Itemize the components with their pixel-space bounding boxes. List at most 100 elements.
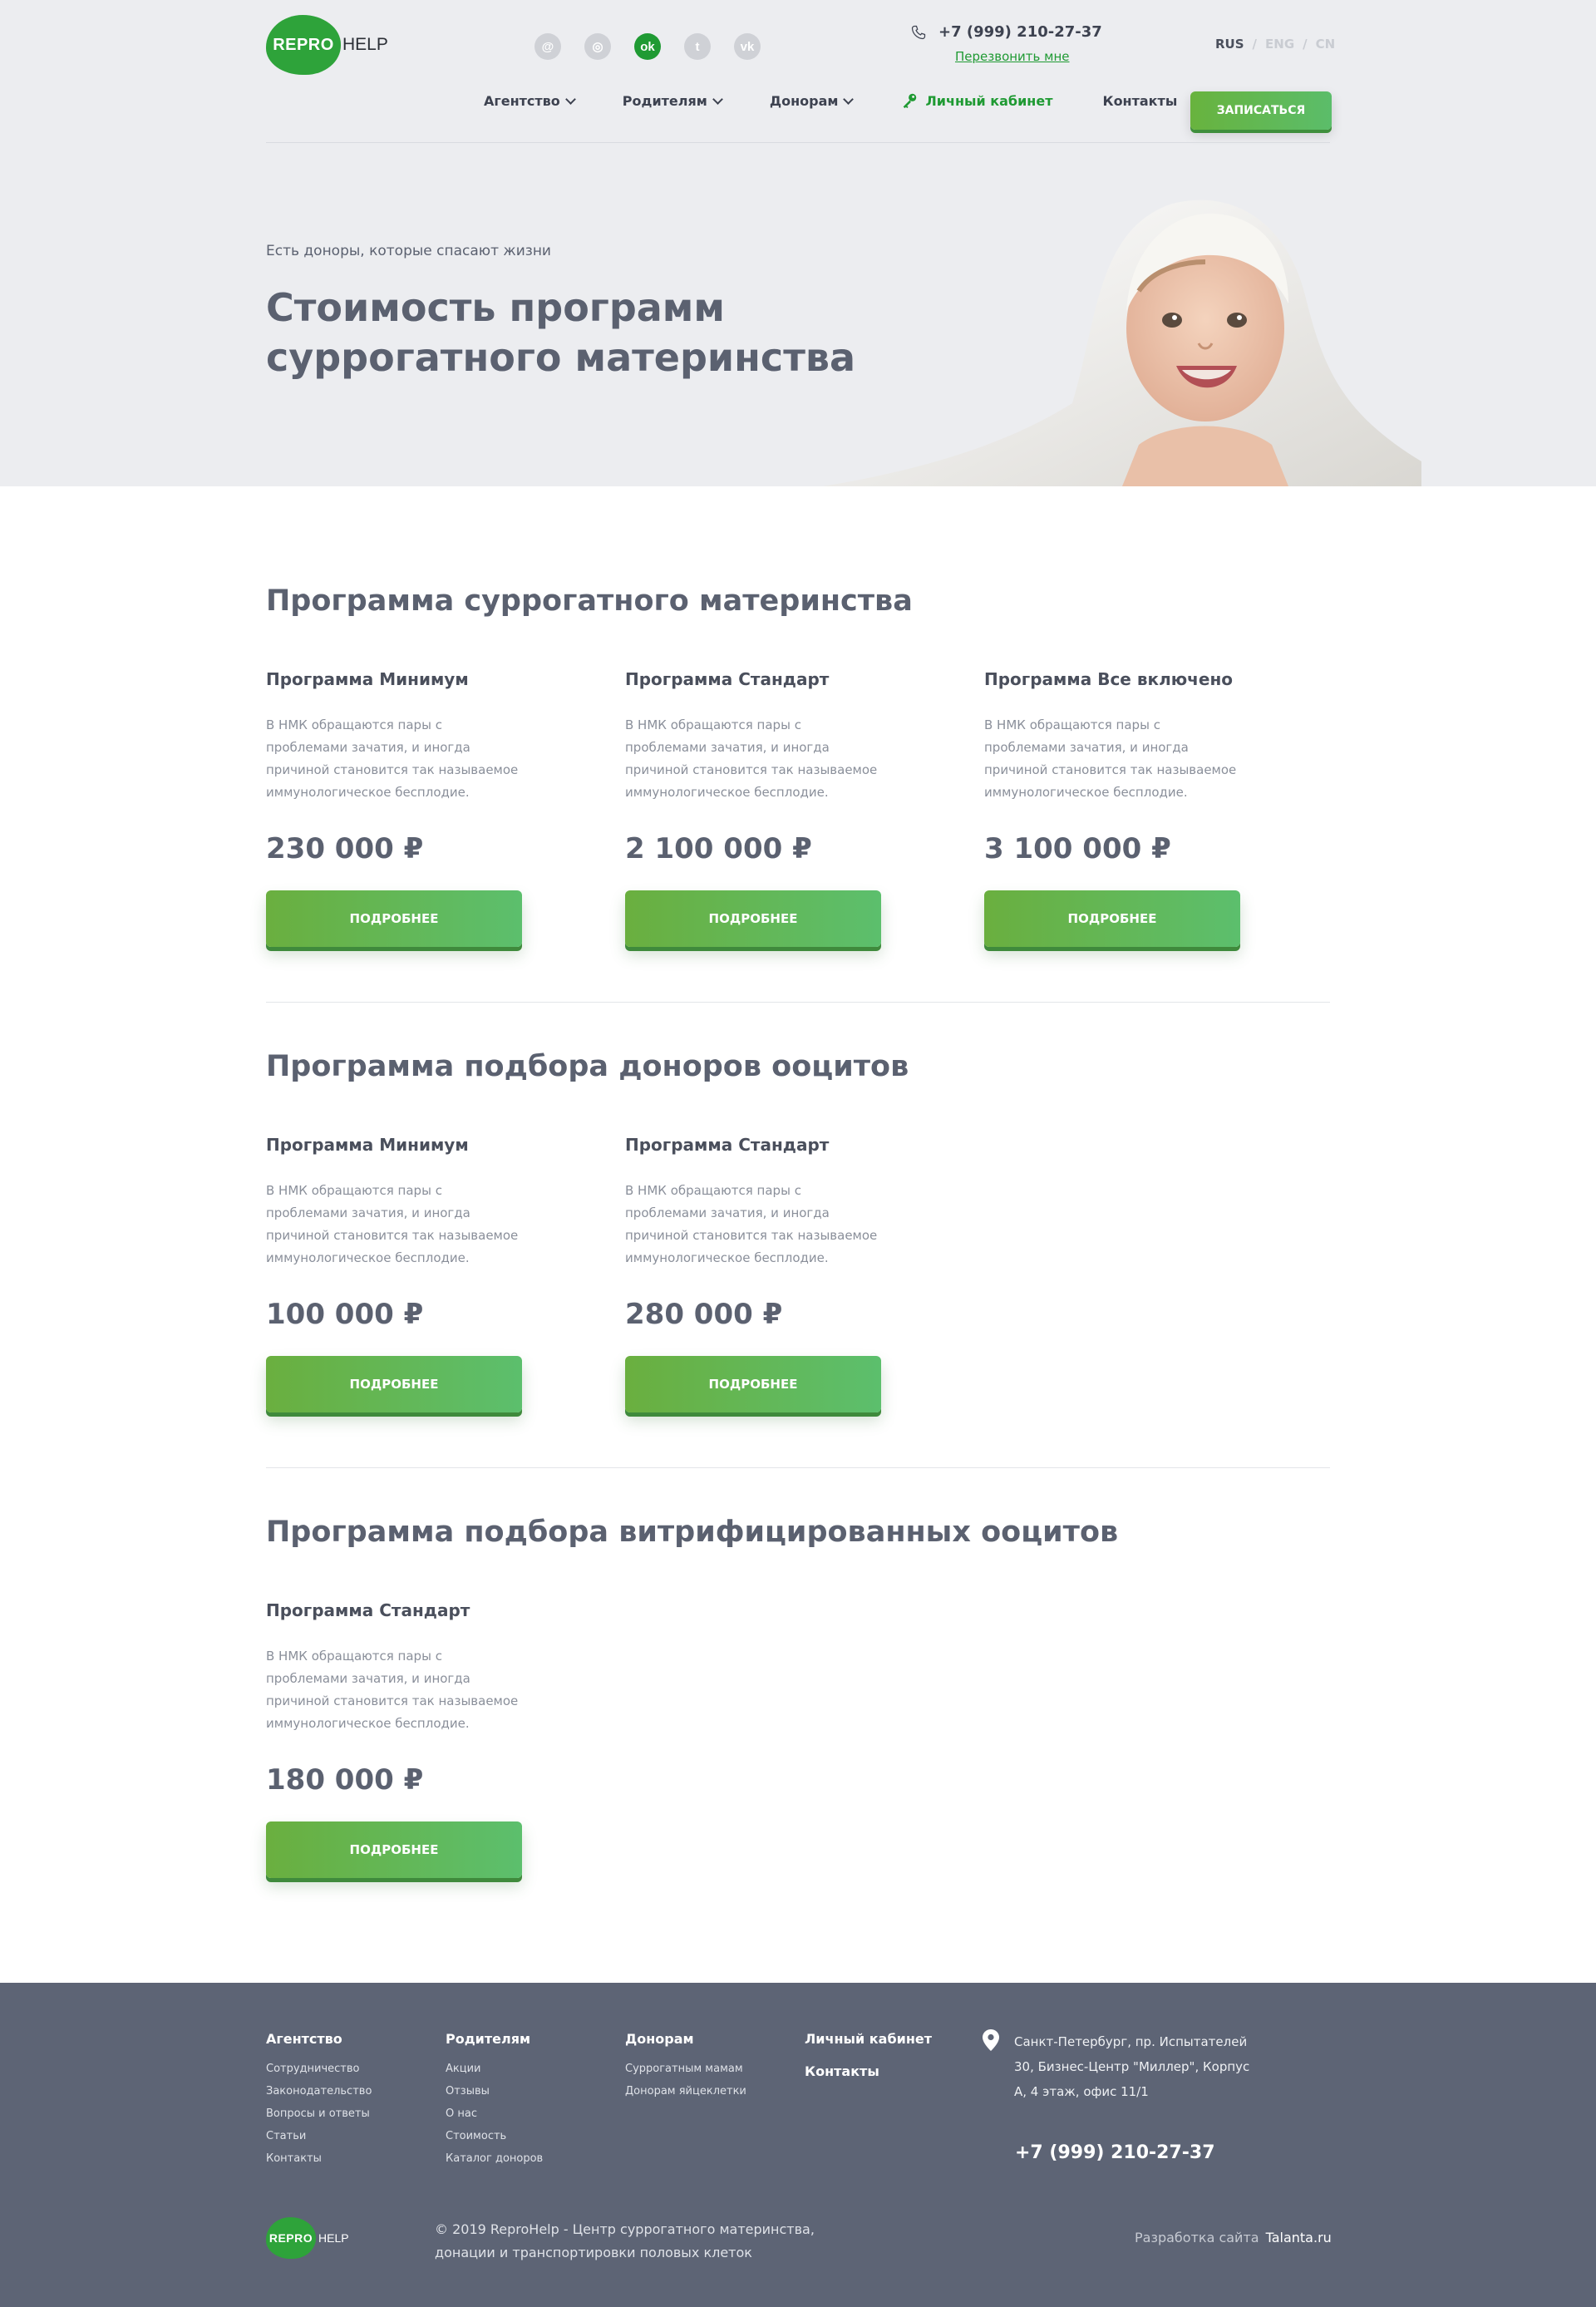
- chevron-down-icon: [712, 93, 723, 105]
- vk-icon[interactable]: vk: [734, 33, 761, 60]
- footer-link[interactable]: Статьи: [266, 2131, 372, 2142]
- footer-phone[interactable]: +7 (999) 210-27-37: [1015, 2142, 1215, 2163]
- program-price: 2 100 000 ₽: [625, 832, 812, 865]
- at-icon[interactable]: @: [534, 33, 561, 60]
- hero-section: REPRO HELP @ ◎ ok t vk +7 (999) 210-27-3…: [0, 0, 1596, 486]
- footer: Агентство Сотрудничество Законодательств…: [0, 1983, 1596, 2307]
- footer-link[interactable]: Сотрудничество: [266, 2063, 372, 2074]
- section-title-surrogacy: Программа суррогатного материнства: [266, 584, 913, 618]
- program-price: 180 000 ₽: [266, 1763, 424, 1797]
- program-card: Программа Стандарт В НМК обращаются пары…: [625, 1135, 883, 1412]
- footer-link[interactable]: Суррогатным мамам: [625, 2063, 746, 2074]
- lang-rus[interactable]: RUS: [1215, 37, 1244, 52]
- footer-link[interactable]: Акции: [446, 2063, 543, 2074]
- program-price: 280 000 ₽: [625, 1298, 783, 1331]
- details-button[interactable]: ПОДРОБНЕЕ: [984, 890, 1240, 947]
- program-card: Программа Все включено В НМК обращаются …: [984, 669, 1242, 947]
- program-title: Программа Минимум: [266, 1135, 469, 1155]
- program-title: Программа Стандарт: [625, 1135, 830, 1155]
- footer-link[interactable]: Отзывы: [446, 2086, 543, 2097]
- lang-separator: /: [1303, 37, 1308, 52]
- footer-link[interactable]: Законодательство: [266, 2086, 372, 2097]
- header-phone[interactable]: +7 (999) 210-27-37: [938, 23, 1102, 41]
- section-divider: [266, 1467, 1330, 1468]
- nav-donors[interactable]: Донорам: [769, 92, 855, 109]
- page: REPRO HELP @ ◎ ok t vk +7 (999) 210-27-3…: [0, 0, 1596, 2307]
- phone-icon: [911, 25, 926, 39]
- nav-contacts[interactable]: Контакты: [1102, 93, 1177, 109]
- nav-parents-label: Родителям: [622, 92, 707, 109]
- lang-cn[interactable]: CN: [1316, 37, 1336, 52]
- header-divider: [266, 142, 1330, 143]
- footer-link[interactable]: Контакты: [266, 2153, 372, 2164]
- footer-link[interactable]: Стоимость: [446, 2131, 543, 2142]
- program-description: В НМК обращаются пары с проблемами зачат…: [625, 1183, 878, 1265]
- details-button[interactable]: ПОДРОБНЕЕ: [266, 1356, 522, 1412]
- nav-cabinet-label: Личный кабинет: [925, 92, 1053, 109]
- program-price: 230 000 ₽: [266, 832, 424, 865]
- details-button[interactable]: ПОДРОБНЕЕ: [266, 1821, 522, 1878]
- chevron-down-icon: [564, 93, 576, 105]
- logo-repro-text: REPRO: [268, 2231, 313, 2245]
- details-button[interactable]: ПОДРОБНЕЕ: [625, 890, 881, 947]
- program-card: Программа Стандарт В НМК обращаются пары…: [625, 669, 883, 947]
- callback-link[interactable]: Перезвонить мне: [955, 49, 1102, 64]
- section-title-vitrified-oocytes: Программа подбора витрифицированных ооци…: [266, 1516, 1119, 1549]
- developer-link[interactable]: Talanta.ru: [1266, 2230, 1332, 2245]
- nav-agency[interactable]: Агентство: [484, 92, 576, 109]
- logo-help-text: HELP: [342, 35, 388, 54]
- footer-link[interactable]: О нас: [446, 2108, 543, 2119]
- details-button[interactable]: ПОДРОБНЕЕ: [266, 890, 522, 947]
- social-links: @ ◎ ok t vk: [534, 33, 761, 60]
- footer-column-account: Личный кабинет Контакты: [805, 2031, 932, 2079]
- footer-logo[interactable]: REPRO HELP: [266, 2217, 349, 2259]
- language-switcher: RUS / ENG / CN: [1215, 37, 1335, 52]
- nav-donors-label: Донорам: [769, 92, 839, 109]
- key-icon: [904, 93, 917, 109]
- nav-contacts-label: Контакты: [1102, 92, 1178, 109]
- program-title: Программа Все включено: [984, 669, 1234, 689]
- developer-label: Разработка сайта: [1135, 2230, 1259, 2245]
- instagram-icon[interactable]: ◎: [584, 33, 611, 60]
- section-title-oocyte-donors: Программа подбора доноров ооцитов: [266, 1050, 909, 1083]
- footer-heading[interactable]: Донорам: [625, 2031, 746, 2047]
- footer-heading[interactable]: Родителям: [446, 2031, 543, 2047]
- footer-contacts-link[interactable]: Контакты: [805, 2063, 932, 2079]
- program-card: Программа Стандарт В НМК обращаются пары…: [266, 1600, 524, 1878]
- hero-subtitle: Есть доноры, которые спасают жизни: [266, 243, 551, 259]
- details-button[interactable]: ПОДРОБНЕЕ: [625, 1356, 881, 1412]
- footer-link[interactable]: Вопросы и ответы: [266, 2108, 372, 2119]
- logo-help-text: HELP: [318, 2231, 349, 2245]
- footer-link[interactable]: Каталог доноров: [446, 2153, 543, 2164]
- program-description: В НМК обращаются пары с проблемами зачат…: [625, 717, 878, 800]
- nav-cabinet[interactable]: Личный кабинет: [900, 91, 1052, 110]
- lang-eng[interactable]: ENG: [1265, 37, 1294, 52]
- program-description: В НМК обращаются пары с проблемами зачат…: [266, 1183, 519, 1265]
- address-text: Санкт-Петербург, пр. Испытателей 30, Биз…: [1014, 2034, 1250, 2099]
- program-title: Программа Стандарт: [625, 669, 830, 689]
- lang-separator: /: [1252, 37, 1258, 52]
- nav-agency-label: Агентство: [484, 92, 560, 109]
- logo-mark: REPRO: [266, 2217, 316, 2259]
- signup-button[interactable]: ЗАПИСАТЬСЯ: [1190, 91, 1332, 130]
- odnoklassniki-icon[interactable]: ok: [634, 33, 661, 60]
- chevron-down-icon: [843, 93, 855, 105]
- hero-title: Стоимость программ суррогатного материнс…: [266, 285, 856, 380]
- footer-column-parents: Родителям Акции Отзывы О нас Стоимость К…: [446, 2031, 543, 2164]
- logo-mark: REPRO: [266, 15, 341, 75]
- copyright-text: © 2019 ReproHelp - Центр суррогатного ма…: [435, 2221, 815, 2260]
- location-pin-icon: [983, 2029, 999, 2051]
- program-description: В НМК обращаются пары с проблемами зачат…: [984, 717, 1237, 800]
- section-divider: [266, 1002, 1330, 1003]
- nav-parents[interactable]: Родителям: [622, 92, 723, 109]
- program-description: В НМК обращаются пары с проблемами зачат…: [266, 1649, 519, 1731]
- footer-heading[interactable]: Агентство: [266, 2031, 372, 2047]
- header-contact: +7 (999) 210-27-37 Перезвонить мне: [910, 23, 1102, 64]
- twitter-icon[interactable]: t: [684, 33, 711, 60]
- program-title: Программа Минимум: [266, 669, 469, 689]
- main-nav: Агентство Родителям Донорам Личный кабин…: [484, 91, 1177, 110]
- footer-cabinet-link[interactable]: Личный кабинет: [805, 2031, 932, 2047]
- logo[interactable]: REPRO HELP: [266, 15, 388, 75]
- footer-address: Санкт-Петербург, пр. Испытателей 30, Биз…: [983, 2029, 1264, 2104]
- footer-link[interactable]: Донорам яйцеклетки: [625, 2086, 746, 2097]
